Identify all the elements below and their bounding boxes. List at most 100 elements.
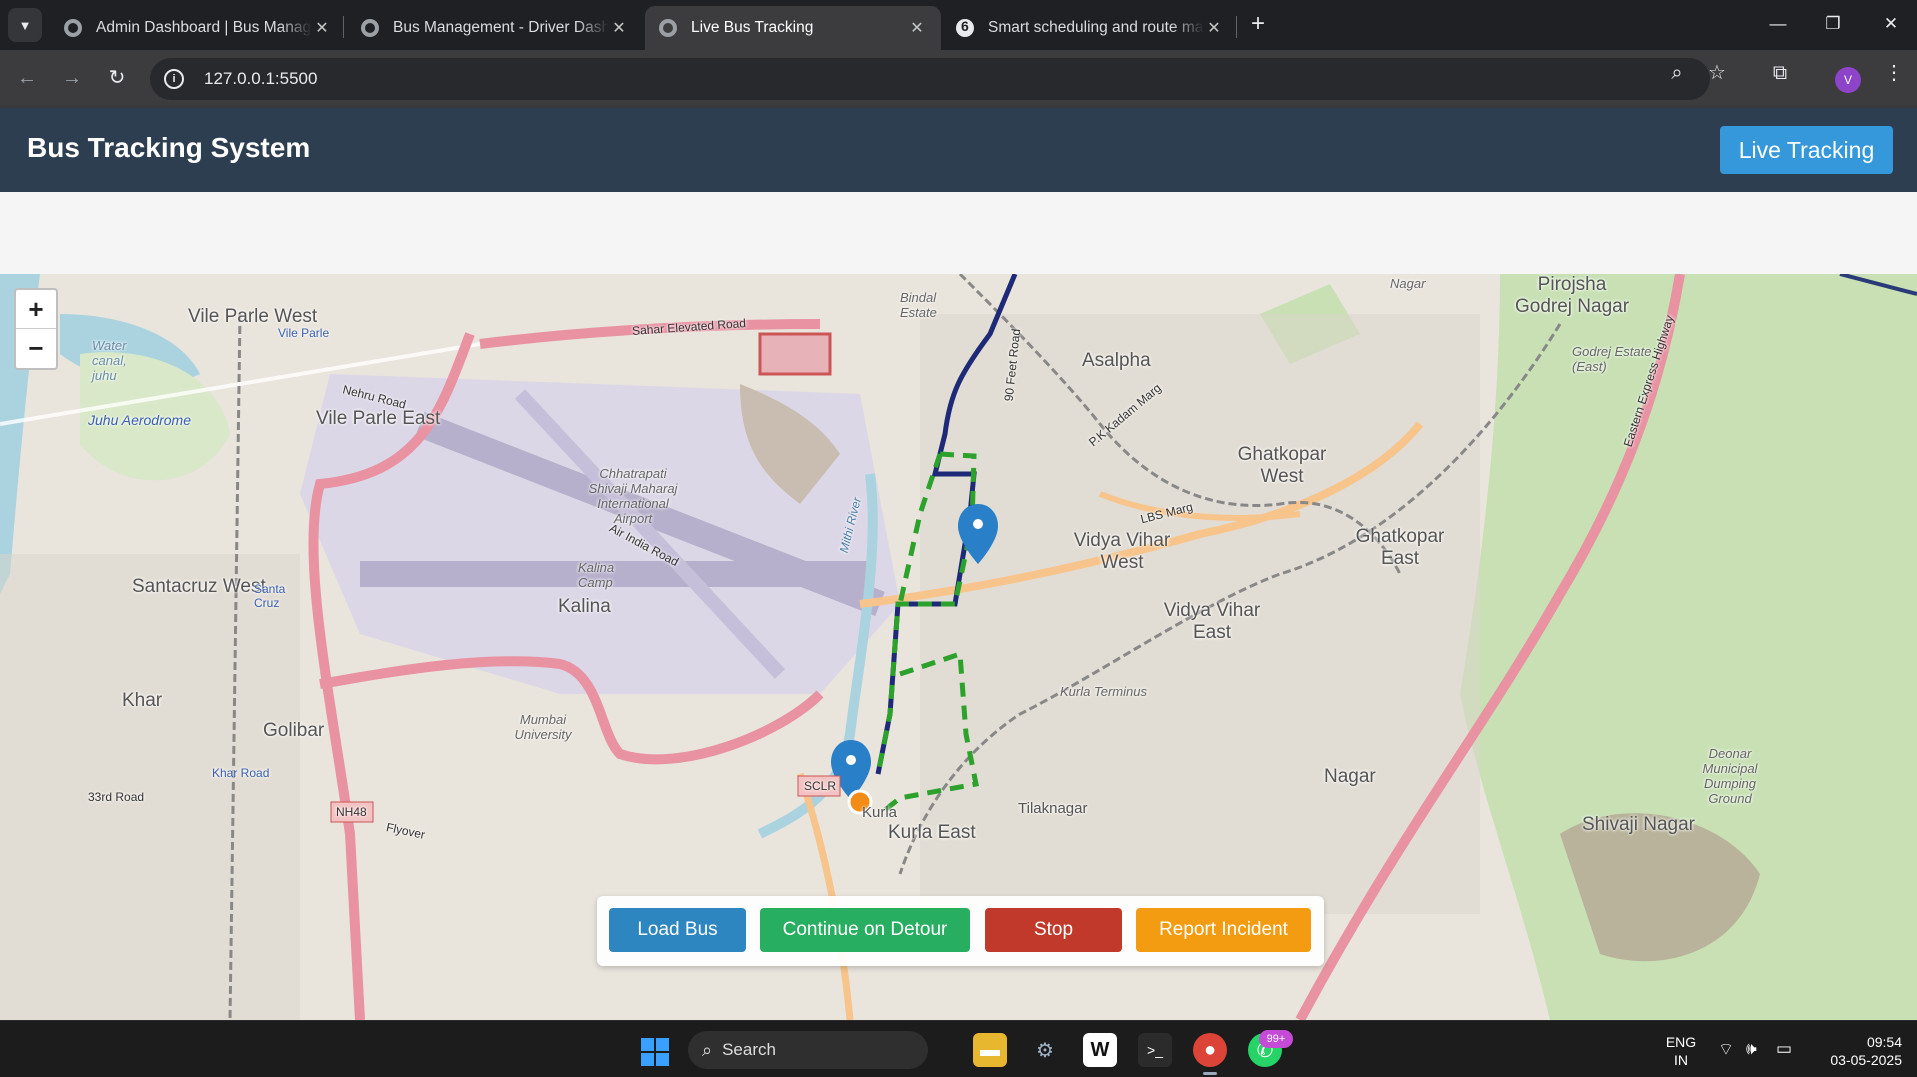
close-icon[interactable]: ✕ <box>312 18 332 38</box>
map-label: Santa Cruz <box>254 582 286 610</box>
search-icon: ⌕ <box>702 1039 713 1060</box>
terminal-icon[interactable]: >_ <box>1138 1033 1172 1067</box>
clock-time: 09:54 <box>1866 1034 1902 1050</box>
map-label: Pirojsha Godrej Nagar <box>1514 274 1630 317</box>
map-label: Water canal, juhu <box>92 338 127 383</box>
bookmark-star-icon[interactable]: ☆ <box>1702 58 1732 88</box>
close-icon[interactable]: ✕ <box>907 18 927 38</box>
language-code: ENG <box>1665 1034 1697 1050</box>
site-info-icon[interactable]: i <box>164 69 184 89</box>
browser-toolbar: ← → ↻ i 127.0.0.1:5500 ⌕ ☆ ⧉ V ⋮ <box>0 50 1917 108</box>
file-explorer-icon[interactable]: ▬ <box>973 1033 1007 1067</box>
map-label: Khar <box>122 690 163 711</box>
globe-icon <box>64 19 82 37</box>
address-bar[interactable]: i 127.0.0.1:5500 <box>150 58 1710 100</box>
app-icon <box>956 18 974 37</box>
settings-gear-icon[interactable]: ⚙ <box>1028 1033 1062 1067</box>
map-label: Khar Road <box>212 766 270 780</box>
restore-icon[interactable]: ❐ <box>1813 8 1853 40</box>
chevron-down-icon: ▼ <box>18 17 32 33</box>
forward-icon[interactable]: → <box>56 62 88 94</box>
chrome-icon[interactable]: ● <box>1193 1033 1227 1075</box>
map-label: Godrej Estate (East) <box>1572 344 1652 374</box>
stop-button[interactable]: Stop <box>985 908 1122 952</box>
map-label: Juhu Aerodrome <box>88 412 191 428</box>
new-tab-button[interactable]: + <box>1244 10 1272 38</box>
windows-start-icon[interactable] <box>641 1038 669 1066</box>
minimize-icon[interactable]: — <box>1758 8 1798 40</box>
battery-icon[interactable]: ▭ <box>1776 1039 1792 1059</box>
app-title: Bus Tracking System <box>27 132 311 163</box>
tab-separator <box>343 16 344 38</box>
url-text: 127.0.0.1:5500 <box>204 69 318 88</box>
tab-title: Smart scheduling and route management <box>988 19 1204 36</box>
profile-avatar[interactable]: V <box>1835 67 1861 93</box>
map-label: Bindal Estate <box>900 290 937 320</box>
tab-title: Bus Management - Driver Dashboard <box>393 19 609 36</box>
map-label: Mumbai University <box>514 712 572 742</box>
tab-title: Admin Dashboard | Bus Management <box>96 19 312 36</box>
map-label: 33rd Road <box>88 790 145 804</box>
tab-driver-dashboard[interactable]: Bus Management - Driver Dashboard ✕ <box>347 6 643 50</box>
back-icon[interactable]: ← <box>11 62 43 94</box>
map-label: Kalina Camp <box>578 560 615 590</box>
search-placeholder: Search <box>722 1040 776 1059</box>
tab-admin-dashboard[interactable]: Admin Dashboard | Bus Management ✕ <box>50 6 346 50</box>
zoom-in-button[interactable]: + <box>16 290 56 329</box>
app-header: Bus Tracking System Live Tracking <box>0 108 1917 192</box>
zoom-out-button[interactable]: − <box>16 329 56 368</box>
map-label: Kalina <box>558 596 611 617</box>
map-label: Nagar <box>1324 766 1376 787</box>
tab-title: Live Bus Tracking <box>691 19 814 36</box>
tab-live-bus-tracking[interactable]: Live Bus Tracking ✕ <box>645 6 941 50</box>
tab-smart-scheduling[interactable]: Smart scheduling and route management ✕ <box>942 6 1238 50</box>
map-label: Deonar Municipal Dumping Ground <box>1702 746 1758 806</box>
close-window-icon[interactable]: ✕ <box>1871 8 1911 40</box>
map-label: Vidya Vihar West <box>1073 530 1171 573</box>
map-label: Vidya Vihar East <box>1163 600 1261 643</box>
reload-icon[interactable]: ↻ <box>101 62 133 94</box>
close-icon[interactable]: ✕ <box>1204 18 1224 38</box>
menu-kebab-icon[interactable]: ⋮ <box>1879 58 1909 88</box>
load-bus-button[interactable]: Load Bus <box>609 908 746 952</box>
map-label: Kurla East <box>888 822 976 843</box>
tab-search-button[interactable]: ▼ <box>8 8 42 42</box>
notification-badge: 99+ <box>1259 1030 1293 1048</box>
bus-controls-panel: Load Bus Continue on Detour Stop Report … <box>597 896 1324 966</box>
map-view[interactable]: Vile Parle West Vile Parle East Juhu Aer… <box>0 274 1917 1020</box>
taskbar-search[interactable]: ⌕ Search <box>688 1031 928 1069</box>
map-label: Nagar <box>1390 276 1426 291</box>
map-label: Golibar <box>263 720 325 741</box>
notion-app-icon[interactable]: W <box>1083 1033 1117 1067</box>
map-label: Shivaji Nagar <box>1582 814 1695 835</box>
clock[interactable]: 09:54 03-05-2025 <box>1812 1033 1902 1069</box>
volume-icon[interactable]: 🕪 <box>1746 1039 1757 1059</box>
globe-icon <box>659 19 677 37</box>
globe-icon <box>361 19 379 37</box>
zoom-icon[interactable]: ⌕ <box>1662 58 1692 88</box>
map-label: Kurla Terminus <box>1060 684 1147 699</box>
map-label: Tilaknagar <box>1018 800 1088 817</box>
extensions-icon[interactable]: ⧉ <box>1765 58 1795 88</box>
report-incident-button[interactable]: Report Incident <box>1136 908 1311 952</box>
region-code: IN <box>1674 1052 1688 1068</box>
clock-date: 03-05-2025 <box>1830 1052 1902 1068</box>
language-indicator[interactable]: ENG IN <box>1660 1033 1702 1069</box>
continue-detour-button[interactable]: Continue on Detour <box>760 908 970 952</box>
map-label: Santacruz West <box>132 576 266 597</box>
map-label: Ghatkopar West <box>1237 444 1327 487</box>
browser-tab-strip: ▼ Admin Dashboard | Bus Management ✕ Bus… <box>0 0 1917 50</box>
content-spacer <box>0 192 1917 274</box>
map-label: SCLR <box>804 779 837 793</box>
map-label: Vile Parle West <box>188 306 318 327</box>
map-label: Chhatrapati Shivaji Maharaj Internationa… <box>588 466 678 526</box>
map-label: Vile Parle East <box>316 408 441 429</box>
map-label: NH48 <box>336 805 367 819</box>
tab-separator <box>1236 16 1237 38</box>
windows-taskbar: ⌕ Search ▬ ⚙ W >_ ● ✆ 99+ ENG IN ⌔ 🕪 ▭ 0… <box>0 1020 1917 1077</box>
zoom-control: + − <box>14 288 58 370</box>
live-tracking-button[interactable]: Live Tracking <box>1720 126 1893 174</box>
map-label: Kurla <box>862 804 898 821</box>
wifi-icon[interactable]: ⌔ <box>1718 1039 1734 1060</box>
close-icon[interactable]: ✕ <box>609 18 629 38</box>
